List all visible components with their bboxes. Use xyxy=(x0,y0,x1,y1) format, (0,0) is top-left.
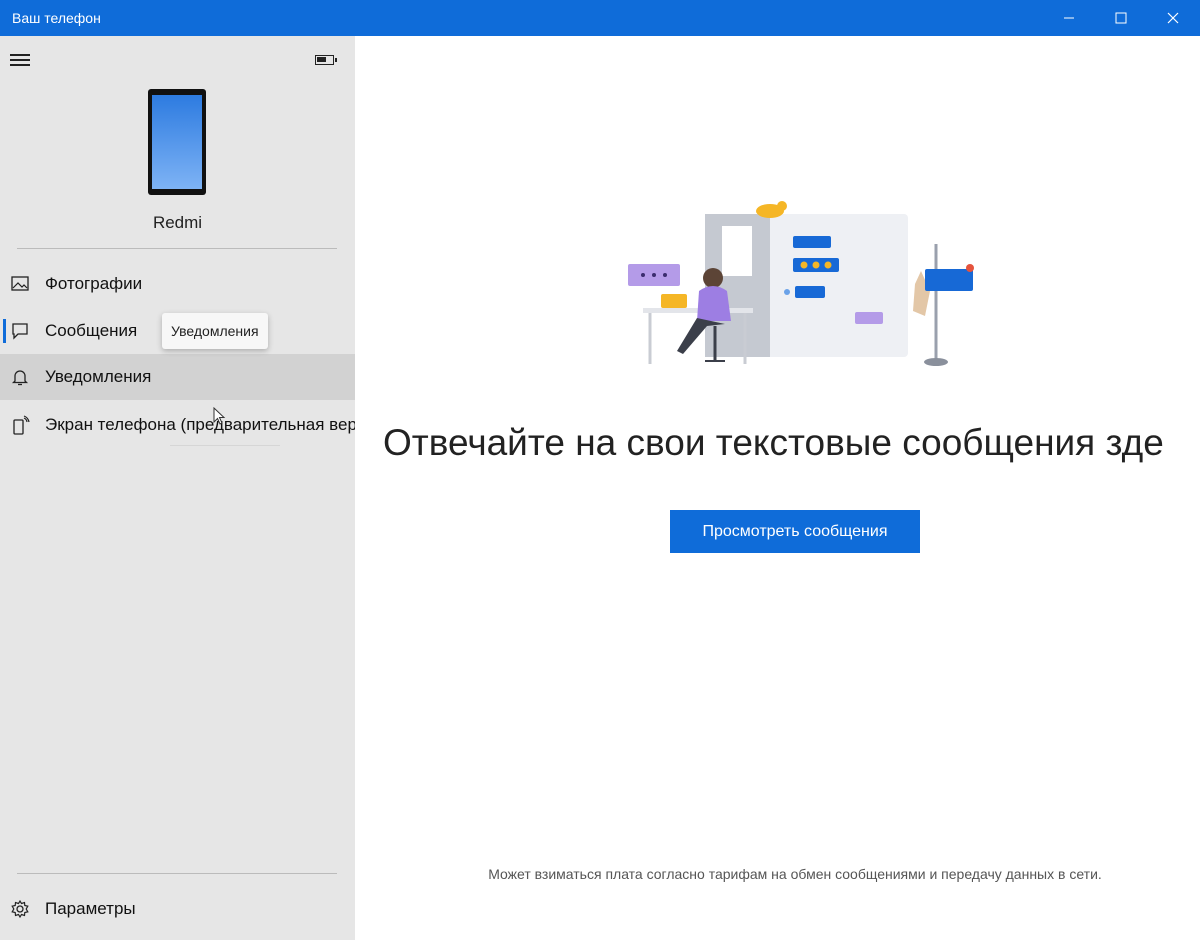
photos-icon xyxy=(11,276,29,291)
bell-icon xyxy=(11,370,29,386)
phone-screen-icon xyxy=(13,415,30,435)
close-button[interactable] xyxy=(1146,0,1200,36)
sidebar-item-phone-screen[interactable]: Экран телефона (предварительная верси xyxy=(0,402,355,448)
sidebar-item-label: Параметры xyxy=(45,899,136,918)
mouse-cursor-icon xyxy=(213,407,226,425)
close-icon xyxy=(1167,12,1179,24)
view-messages-button[interactable]: Просмотреть сообщения xyxy=(670,510,920,553)
divider xyxy=(17,248,337,249)
gear-icon xyxy=(11,899,29,919)
device-name: Redmi xyxy=(152,213,203,232)
hamburger-menu-icon[interactable] xyxy=(10,54,32,68)
divider xyxy=(170,445,280,446)
selection-indicator xyxy=(3,319,6,343)
window-title: Ваш телефон xyxy=(12,10,101,26)
sidebar-item-photos[interactable]: Фотографии xyxy=(0,261,355,307)
minimize-icon xyxy=(1064,17,1074,19)
battery-icon xyxy=(315,55,337,65)
sidebar: Redmi Фотографии Сообщения Уведомления Э… xyxy=(0,36,355,940)
main-content: Отвечайте на свои текстовые сообщения зд… xyxy=(355,36,1200,940)
maximize-icon xyxy=(1115,12,1127,24)
maximize-button[interactable] xyxy=(1094,0,1148,36)
messages-illustration xyxy=(628,201,974,366)
sidebar-item-label: Уведомления xyxy=(45,367,152,386)
sidebar-item-settings[interactable]: Параметры xyxy=(0,886,355,932)
phone-image xyxy=(148,89,206,195)
page-headline: Отвечайте на свои текстовые сообщения зд… xyxy=(383,422,1164,463)
disclaimer-text: Может взиматься плата согласно тарифам н… xyxy=(488,866,1102,882)
sidebar-item-label: Фотографии xyxy=(45,274,143,293)
divider xyxy=(17,873,337,874)
sidebar-item-notifications[interactable]: Уведомления xyxy=(0,354,355,400)
sidebar-item-label: Экран телефона (предварительная верси xyxy=(45,415,355,434)
tooltip: Уведомления xyxy=(162,313,268,349)
messages-icon xyxy=(12,323,28,340)
minimize-button[interactable] xyxy=(1042,0,1096,36)
title-bar: Ваш телефон xyxy=(0,0,1200,36)
